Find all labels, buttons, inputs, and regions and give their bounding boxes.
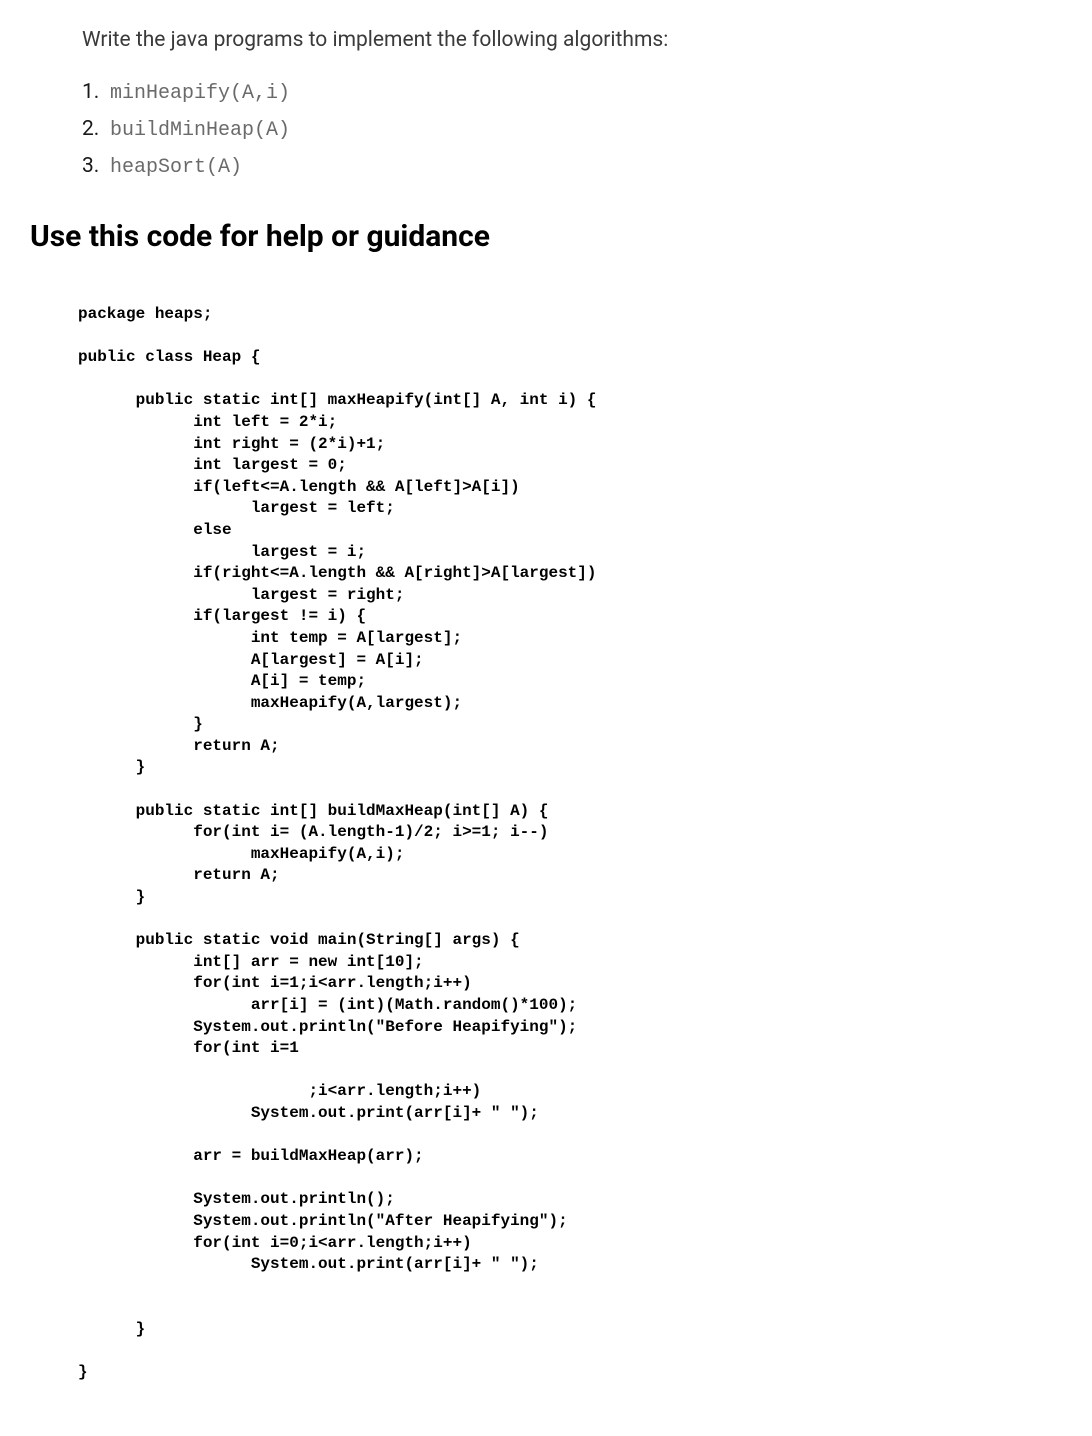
section-heading: Use this code for help or guidance: [30, 219, 1062, 254]
list-item: 2. buildMinHeap(A): [82, 117, 1062, 142]
list-item: 1. minHeapify(A,i): [82, 80, 1062, 105]
list-code: buildMinHeap(A): [110, 119, 290, 142]
list-number: 2.: [82, 117, 102, 141]
list-item: 3. heapSort(A): [82, 154, 1062, 179]
list-number: 3.: [82, 154, 102, 178]
list-code: minHeapify(A,i): [110, 82, 290, 105]
list-code: heapSort(A): [110, 156, 242, 179]
algorithm-list: 1. minHeapify(A,i) 2. buildMinHeap(A) 3.…: [82, 80, 1062, 179]
list-number: 1.: [82, 80, 102, 104]
intro-text: Write the java programs to implement the…: [30, 28, 1062, 52]
code-block: package heaps; public class Heap { publi…: [78, 304, 1062, 1384]
